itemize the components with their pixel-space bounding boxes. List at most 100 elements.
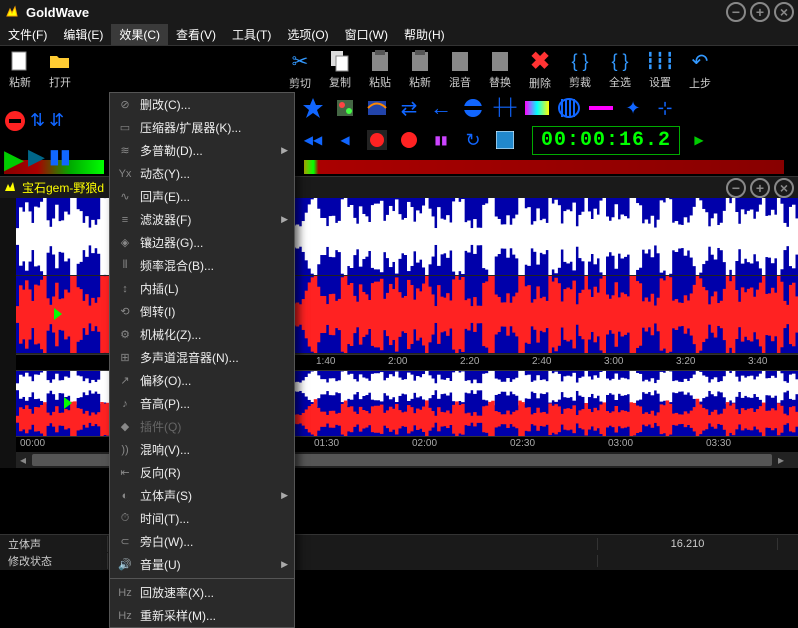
- menu-item-label: 重新采样(M)...: [140, 607, 288, 624]
- volume-icon: 🔊: [116, 557, 134, 573]
- effect-menu-hz[interactable]: Hz回放速率(X)...: [110, 581, 294, 604]
- doc-minimize-button[interactable]: −: [726, 178, 746, 198]
- effect-menu-stereo[interactable]: ◐立体声(S)▶: [110, 484, 294, 507]
- play-cursor-icon: [54, 308, 62, 320]
- tool-open[interactable]: 打开: [42, 50, 78, 90]
- mech-icon: ⚙: [116, 327, 134, 343]
- record-alt-button[interactable]: [396, 127, 422, 153]
- tool-cut[interactable]: ✂剪切: [282, 50, 318, 90]
- time-tick: 3:00: [604, 356, 623, 367]
- effect-menu-multich[interactable]: ⊞多声道混音器(N)...: [110, 346, 294, 369]
- props-icon[interactable]: [492, 127, 518, 153]
- fx-icon-4[interactable]: ⇄: [396, 95, 422, 121]
- menu-item-label: 多声道混音器(N)...: [140, 349, 288, 366]
- doc-maximize-button[interactable]: +: [750, 178, 770, 198]
- effect-menu-interp[interactable]: ↕内插(L): [110, 277, 294, 300]
- menu-effect[interactable]: 效果(C): [111, 24, 168, 45]
- tool-selectall[interactable]: { }全选: [602, 50, 638, 90]
- tool-copy[interactable]: 复制: [322, 50, 358, 90]
- tool-settings[interactable]: ┇┇┇设置: [642, 50, 678, 90]
- effect-menu-vo[interactable]: ⊂ 旁白(W)...: [110, 530, 294, 553]
- time-tick: 03:30: [706, 438, 731, 449]
- effect-menu-mech[interactable]: ⚙ 机械化(Z)...: [110, 323, 294, 346]
- effect-menu-dyn[interactable]: Yx动态(Y)...: [110, 162, 294, 185]
- effect-menu-volume[interactable]: 🔊音量(U)▶: [110, 553, 294, 576]
- menu-help[interactable]: 帮助(H): [396, 24, 453, 45]
- fx-icon-2[interactable]: [332, 95, 358, 121]
- fx-icon-7[interactable]: ┼┼: [492, 95, 518, 121]
- tool-mix[interactable]: 混音: [442, 50, 478, 90]
- record-button[interactable]: [364, 127, 390, 153]
- fx-icon-5[interactable]: ←: [428, 95, 454, 121]
- tool-replace[interactable]: 替换: [482, 50, 518, 90]
- menu-item-label: 立体声(S): [140, 487, 281, 504]
- effect-menu-filter[interactable]: ≡滤波器(F)▶: [110, 208, 294, 231]
- fx-icon-10[interactable]: [588, 95, 614, 121]
- effect-menu-reverb[interactable]: ))混响(V)...: [110, 438, 294, 461]
- fx-icon-11[interactable]: ✦: [620, 95, 646, 121]
- effect-menu-time[interactable]: ⏱时间(T)...: [110, 507, 294, 530]
- tool-paste-new[interactable]: 粘新: [402, 50, 438, 90]
- menu-item-label: 机械化(Z)...: [140, 326, 288, 343]
- effect-menu-echo[interactable]: ∿回声(E)...: [110, 185, 294, 208]
- fx-icon-6[interactable]: [460, 95, 486, 121]
- fx-icon-8[interactable]: [524, 95, 550, 121]
- doppler-icon: ≋: [116, 143, 134, 159]
- pause-button[interactable]: ▮▮: [49, 144, 71, 175]
- effect-menu-hz[interactable]: Hz重新采样(M)...: [110, 604, 294, 627]
- menu-option[interactable]: 选项(O): [279, 24, 336, 45]
- vo-icon: ⊂: [116, 534, 134, 550]
- loop-icon[interactable]: ↻: [460, 127, 486, 153]
- play-sel-button[interactable]: ▶: [28, 144, 45, 175]
- menu-item-label: 旁白(W)...: [140, 533, 288, 550]
- fx-icon-3[interactable]: [364, 95, 390, 121]
- time-tick: 02:30: [510, 438, 535, 449]
- stop-alt-icon[interactable]: ▮▮: [428, 127, 454, 153]
- effect-menu-freqblend[interactable]: ⫴频率混合(B)...: [110, 254, 294, 277]
- play-button[interactable]: ▶: [4, 144, 24, 175]
- effect-menu-pitch[interactable]: ♪音高(P)...: [110, 392, 294, 415]
- fx-icon-9[interactable]: [556, 95, 582, 121]
- menu-view[interactable]: 查看(V): [168, 24, 224, 45]
- minimize-button[interactable]: −: [726, 2, 746, 22]
- menu-item-label: 回声(E)...: [140, 188, 288, 205]
- doc-close-button[interactable]: ×: [774, 178, 794, 198]
- close-button[interactable]: ×: [774, 2, 794, 22]
- fx-icon-12[interactable]: ⊹: [652, 95, 678, 121]
- effect-menu-comp[interactable]: ▭压缩器/扩展器(K)...: [110, 116, 294, 139]
- menu-file[interactable]: 文件(F): [0, 24, 55, 45]
- app-title: GoldWave: [26, 5, 726, 20]
- offset-icon: ↗: [116, 373, 134, 389]
- maximize-button[interactable]: +: [750, 2, 770, 22]
- effect-menu-doppler[interactable]: ≋多普勒(D)...▶: [110, 139, 294, 162]
- menu-tool[interactable]: 工具(T): [224, 24, 279, 45]
- tool-stepup[interactable]: ↶上步: [682, 50, 718, 90]
- swap-icon[interactable]: ⇅: [30, 110, 45, 135]
- menu-item-label: 插件(Q): [140, 418, 288, 435]
- play-back-icon[interactable]: ◀: [332, 127, 358, 153]
- menu-item-label: 滤波器(F): [140, 211, 281, 228]
- doc-icon: [4, 181, 18, 195]
- tool-delete[interactable]: ✖删除: [522, 50, 558, 90]
- effect-menu-offset[interactable]: ↗偏移(O)...: [110, 369, 294, 392]
- tool-trim[interactable]: { }剪裁: [562, 50, 598, 90]
- menu-window[interactable]: 窗口(W): [337, 24, 396, 45]
- menu-item-label: 反向(R): [140, 464, 288, 481]
- tool-new[interactable]: 粘新: [2, 50, 38, 90]
- effect-menu-flange[interactable]: ◈镶边器(G)...: [110, 231, 294, 254]
- effect-menu-reverse[interactable]: ⇤反向(R): [110, 461, 294, 484]
- effect-menu-invert[interactable]: ⟲ 倒转(I): [110, 300, 294, 323]
- swap2-icon[interactable]: ⇵: [49, 110, 64, 135]
- invert-icon: ⟲: [116, 304, 134, 320]
- fx-icon-1[interactable]: [300, 95, 326, 121]
- effect-menu-censor[interactable]: ⊘删改(C)...: [110, 93, 294, 116]
- stop-icon[interactable]: [4, 110, 26, 135]
- freqblend-icon: ⫴: [116, 258, 134, 274]
- timer-play-icon[interactable]: ▶: [686, 127, 712, 153]
- play-prev-icon[interactable]: ◀◀: [300, 127, 326, 153]
- tool-paste[interactable]: 粘贴: [362, 50, 398, 90]
- menu-item-label: 时间(T)...: [140, 510, 288, 527]
- menu-edit[interactable]: 编辑(E): [55, 24, 111, 45]
- menu-item-label: 倒转(I): [140, 303, 288, 320]
- plugin-icon: ◆: [116, 419, 134, 435]
